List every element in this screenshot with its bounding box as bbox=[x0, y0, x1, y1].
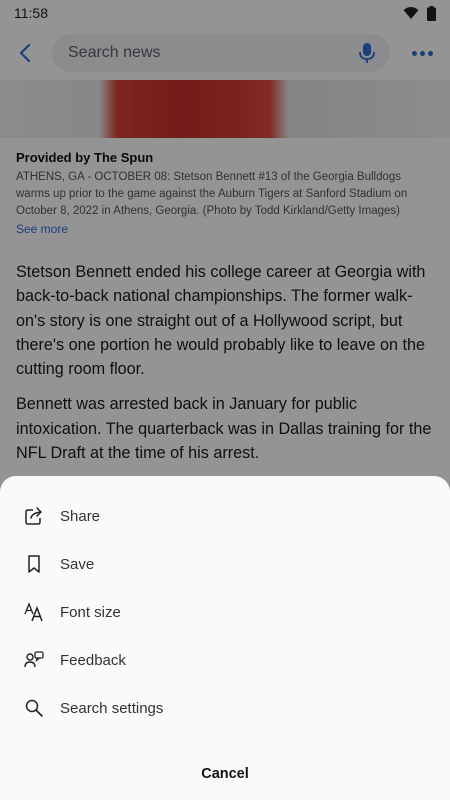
font-size-icon bbox=[24, 602, 44, 622]
feedback-icon bbox=[24, 650, 44, 670]
menu-item-search-settings[interactable]: Search settings bbox=[0, 684, 450, 732]
search-icon bbox=[24, 698, 44, 718]
menu-item-label: Share bbox=[60, 507, 101, 525]
options-bottom-sheet: Share Save Font size Feedback Search set… bbox=[0, 476, 450, 800]
menu-item-label: Font size bbox=[60, 603, 121, 621]
menu-item-save[interactable]: Save bbox=[0, 540, 450, 588]
menu-item-label: Search settings bbox=[60, 699, 164, 717]
menu-item-share[interactable]: Share bbox=[0, 492, 450, 540]
menu-item-font-size[interactable]: Font size bbox=[0, 588, 450, 636]
share-icon bbox=[24, 506, 44, 526]
menu-item-label: Save bbox=[60, 555, 95, 573]
cancel-button[interactable]: Cancel bbox=[0, 758, 450, 790]
bookmark-icon bbox=[24, 554, 44, 574]
menu-item-feedback[interactable]: Feedback bbox=[0, 636, 450, 684]
menu-item-label: Feedback bbox=[60, 651, 126, 669]
